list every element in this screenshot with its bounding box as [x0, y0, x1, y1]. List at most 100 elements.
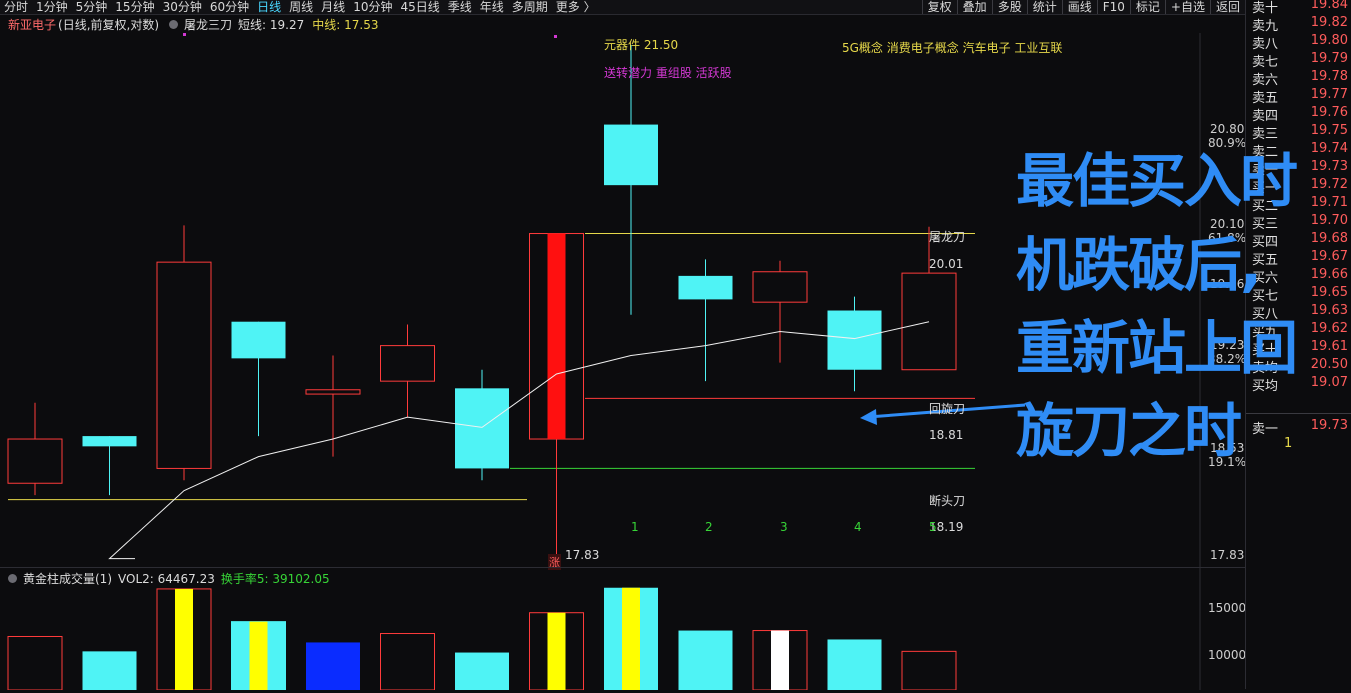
component-label: 元器件 21.50: [604, 38, 679, 52]
volume-bar: [827, 639, 882, 690]
order-book-row[interactable]: 买四 19.68: [1252, 231, 1348, 250]
order-book-level: 卖五: [1252, 91, 1279, 106]
volume-bar: [82, 651, 137, 690]
stock-tags: 送转潜力 重组股 活跃股: [604, 66, 732, 80]
count-label-3: 3: [780, 520, 788, 534]
period-tab-10[interactable]: 45日线: [396, 0, 443, 14]
toolbar-button-5[interactable]: F10: [1096, 0, 1130, 14]
volume-bar: [901, 650, 957, 691]
candle-body: [752, 271, 808, 303]
period-tab-14[interactable]: 更多 〉: [552, 0, 600, 14]
period-tab-11[interactable]: 季线: [444, 0, 476, 14]
duantou-dao-label: 断头刀: [929, 494, 966, 508]
volume-bar: [678, 630, 733, 690]
volume-settings-icon[interactable]: [8, 574, 17, 583]
order-book-price: 19.72: [1310, 177, 1348, 192]
volume-bar-gold: [547, 612, 566, 690]
overlay-line-4: 旋刀之时: [1016, 397, 1242, 465]
candle-body: [827, 310, 882, 370]
axis-label-20-80: 20.80: [1210, 122, 1245, 136]
period-tabs: 分时 1分钟 5分钟 15分钟 30分钟 60分钟 日线 周线 月线 10分钟 45日线 季线 年线 多周…: [0, 0, 600, 14]
toolbar-button-7[interactable]: +自选: [1164, 0, 1210, 14]
stock-name[interactable]: 新亚电子: [8, 16, 56, 33]
volume-bar: [306, 642, 360, 690]
order-book-price: 19.82: [1310, 15, 1348, 30]
order-book-row[interactable]: 卖七 19.79: [1252, 51, 1348, 70]
volume-bar-gold: [175, 588, 193, 690]
candle-body: [901, 272, 957, 371]
period-tab-2[interactable]: 5分钟: [72, 0, 112, 14]
order-book-price: 19.70: [1310, 213, 1348, 228]
order-book-row[interactable]: 卖四 19.76: [1252, 105, 1348, 124]
order-book-row[interactable]: 买五 19.67: [1252, 249, 1348, 268]
overlay-line-3: 重新站上回: [1016, 314, 1298, 382]
order-book-level: 卖八: [1252, 37, 1279, 52]
order-book-price: 19.73: [1310, 159, 1348, 174]
order-book-price: 20.50: [1310, 357, 1348, 372]
short-line-value: 短线: 19.27: [238, 17, 305, 32]
chart-title-row: 新亚电子 (日线,前复权,对数) 屠龙三刀 短线: 19.27 中线: 17.5…: [0, 15, 378, 33]
kline-chart[interactable]: [0, 33, 1245, 567]
kline-panel[interactable]: 元器件 21.50 送转潜力 重组股 活跃股 5G概念 消费电子概念 汽车电子 …: [0, 33, 1246, 570]
order-book-row[interactable]: 卖九 19.82: [1252, 15, 1348, 34]
order-book-row[interactable]: 卖五 19.77: [1252, 87, 1348, 106]
period-tab-0[interactable]: 分时: [0, 0, 32, 14]
order-book-row[interactable]: 买七 19.65: [1252, 285, 1348, 304]
tulong-dao-label: 屠龙刀: [929, 230, 966, 244]
volume-panel[interactable]: 黄金柱成交量(1) VOL2: 64467.23 换手率5: 39102.05 …: [0, 567, 1246, 691]
toolbar-button-2[interactable]: 多股: [991, 0, 1027, 14]
period-tab-1[interactable]: 1分钟: [32, 0, 72, 14]
period-tab-3[interactable]: 15分钟: [111, 0, 158, 14]
order-book-bottom-row: 卖一 19.73: [1252, 418, 1348, 437]
period-tab-7[interactable]: 周线: [285, 0, 317, 14]
indicator-settings-icon[interactable]: [169, 19, 179, 29]
order-book-row[interactable]: 买六 19.66: [1252, 267, 1348, 286]
toolbar-button-3[interactable]: 统计: [1026, 0, 1062, 14]
order-book-level: 卖六: [1252, 73, 1279, 88]
order-book-row[interactable]: 卖六 19.78: [1252, 69, 1348, 88]
order-book-price: 19.65: [1310, 285, 1348, 300]
volume-bar: [380, 633, 435, 691]
period-tab-12[interactable]: 年线: [476, 0, 508, 14]
order-book-row[interactable]: 卖八 19.80: [1252, 33, 1348, 52]
toolbar-button-6[interactable]: 标记: [1129, 0, 1165, 14]
order-book-level: 卖三: [1252, 127, 1279, 142]
candle-body: [231, 321, 286, 359]
toolbar-button-4[interactable]: 画线: [1061, 0, 1097, 14]
count-label-1: 1: [631, 520, 639, 534]
order-book-price: 19.76: [1310, 105, 1348, 120]
order-book-price: 19.67: [1310, 249, 1348, 264]
order-book-price: 19.80: [1310, 33, 1348, 48]
order-book-row[interactable]: 卖三 19.75: [1252, 123, 1348, 142]
toolbar-button-1[interactable]: 叠加: [956, 0, 992, 14]
toolbar-button-0[interactable]: 复权: [921, 0, 957, 14]
mid-line-value: 中线: 17.53: [312, 17, 379, 32]
candle-body: [156, 261, 212, 469]
order-book-price: 19.79: [1310, 51, 1348, 66]
price-20-01: 20.01: [929, 257, 964, 271]
axis-label-17-83: 17.83: [1210, 548, 1245, 562]
candle-body: [604, 124, 658, 186]
period-tab-6[interactable]: 日线: [253, 0, 285, 14]
order-book-price: 19.84: [1310, 0, 1348, 12]
period-tab-13[interactable]: 多周期: [508, 0, 552, 14]
candle-body: [678, 275, 733, 300]
toolbar-button-8[interactable]: 返回: [1209, 0, 1245, 14]
period-tab-8[interactable]: 月线: [317, 0, 349, 14]
bottom-label: 卖一: [1252, 422, 1279, 437]
order-book-price: 19.62: [1310, 321, 1348, 336]
period-tab-5[interactable]: 60分钟: [206, 0, 253, 14]
period-tab-9[interactable]: 10分钟: [349, 0, 396, 14]
order-book-row[interactable]: 卖十 19.84: [1252, 0, 1348, 16]
turnover-value: 换手率5: 39102.05: [220, 572, 330, 586]
candle-body: [82, 436, 137, 447]
order-book-level: 卖四: [1252, 109, 1279, 124]
indicator-name[interactable]: 屠龙三刀: [184, 16, 232, 33]
vol2-value: VOL2: 64467.23: [118, 571, 215, 586]
order-book-price: 19.75: [1310, 123, 1348, 138]
period-tab-4[interactable]: 30分钟: [159, 0, 206, 14]
marker-dot: [183, 33, 186, 36]
volume-indicator-name[interactable]: 黄金柱成交量(1): [23, 570, 112, 587]
candle-body: [7, 438, 63, 484]
volume-bar-white: [771, 630, 789, 690]
